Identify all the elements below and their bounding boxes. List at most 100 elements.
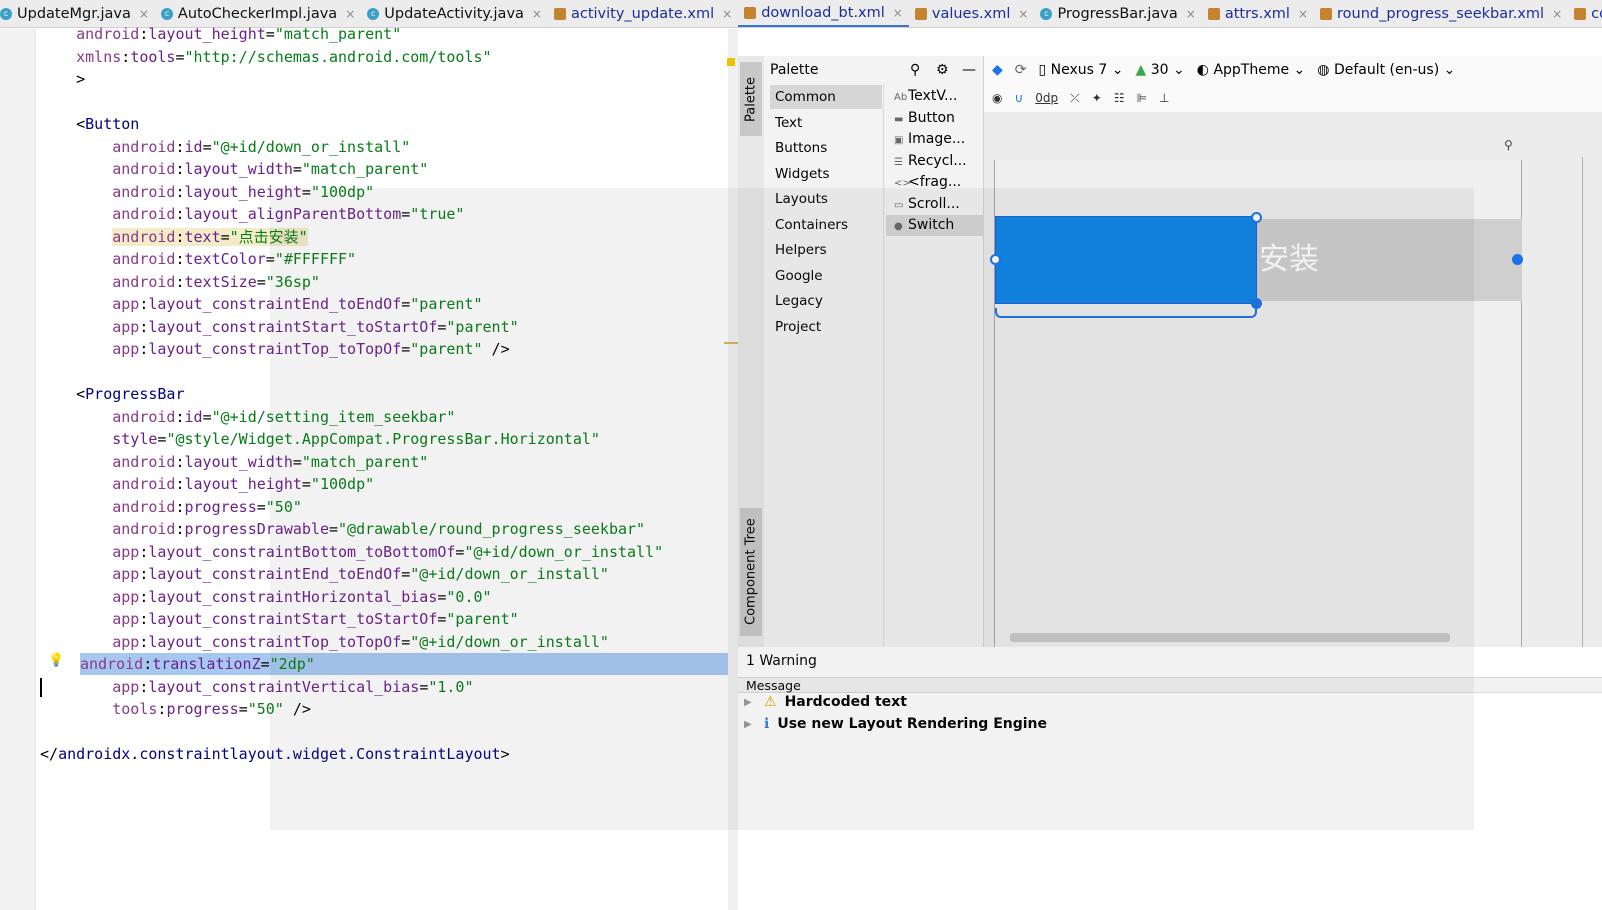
code-line[interactable]: android:translationZ="2dp" (80, 653, 728, 675)
tab-values-xml[interactable]: values.xml × (909, 0, 1035, 27)
code-line[interactable]: app:layout_constraintTop_toTopOf="@+id/d… (40, 631, 609, 653)
close-icon[interactable]: × (893, 6, 903, 20)
expand-arrow-icon[interactable]: ▶ (744, 697, 756, 708)
palette-item[interactable]: ▬ Button (886, 108, 984, 129)
editor-scrollbar[interactable] (728, 29, 738, 910)
close-icon[interactable]: × (532, 7, 542, 21)
close-icon[interactable]: × (1018, 7, 1028, 21)
tab-progressbar-java[interactable]: c ProgressBar.java × (1034, 0, 1201, 27)
eye-icon[interactable]: ◉ (992, 91, 1002, 105)
code-line[interactable]: android:id="@+id/down_or_install" (40, 136, 410, 158)
code-line[interactable]: android:layout_width="match_parent" (40, 451, 428, 473)
code-line[interactable]: app:layout_constraintHorizontal_bias="0.… (40, 586, 491, 608)
palette-side-tab[interactable]: Palette (740, 62, 762, 136)
palette-item[interactable]: AbTextV... (886, 86, 984, 107)
search-icon[interactable]: ⚲ (910, 56, 920, 84)
minimize-icon[interactable]: — (962, 56, 976, 84)
code-line[interactable]: app:layout_constraintEnd_toEndOf="@+id/d… (40, 563, 609, 585)
constraint-handle-top[interactable] (1251, 212, 1262, 223)
palette-item[interactable]: ● Switch (886, 215, 984, 236)
theme-selector[interactable]: ◐ AppTheme ⌄ (1197, 62, 1306, 78)
palette-item[interactable]: ▣ Image... (886, 129, 984, 150)
code-line[interactable]: </androidx.constraintlayout.widget.Const… (40, 743, 510, 765)
palette-item[interactable]: ▭ Scroll... (886, 194, 984, 215)
api-selector[interactable]: ▲ 30 ⌄ (1136, 62, 1185, 78)
code-line[interactable]: <ProgressBar (40, 383, 184, 405)
palette-category-containers[interactable]: Containers (770, 213, 882, 237)
code-line[interactable]: app:layout_constraintBottom_toBottomOf="… (40, 541, 663, 563)
code-line[interactable]: android:text="点击安装" (40, 226, 308, 248)
constraint-handle-right[interactable] (1512, 254, 1523, 265)
close-icon[interactable]: × (1298, 7, 1308, 21)
constraint-handle-bottom[interactable] (1251, 298, 1262, 309)
issue-item[interactable]: ▶ ⚠ Hardcoded text (744, 694, 907, 710)
code-line[interactable]: android:textSize="36sp" (40, 271, 320, 293)
palette-item[interactable]: <><frag... (886, 172, 984, 193)
infer-constraints-icon[interactable]: ✦ (1092, 91, 1102, 105)
close-icon[interactable]: × (722, 7, 732, 21)
tab-activity-update-xml[interactable]: activity_update.xml × (548, 0, 738, 27)
palette-category-project[interactable]: Project (770, 315, 882, 339)
guidelines-icon[interactable]: ⊥ (1159, 91, 1169, 105)
code-line[interactable]: <Button (40, 113, 139, 135)
warning-marker[interactable] (727, 58, 735, 66)
gear-icon[interactable]: ⚙ (936, 56, 949, 84)
code-line[interactable]: android:progress="50" (40, 496, 302, 518)
code-line[interactable]: android:layout_width="match_parent" (40, 158, 428, 180)
palette-category-legacy[interactable]: Legacy (770, 289, 882, 313)
palette-category-google[interactable]: Google (770, 264, 882, 288)
code-line[interactable]: app:layout_constraintTop_toTopOf="parent… (40, 338, 509, 360)
code-line[interactable]: android:textColor="#FFFFFF" (40, 248, 356, 270)
layers-icon[interactable]: ◆ (992, 62, 1003, 78)
code-line[interactable]: android:layout_height="100dp" (40, 181, 374, 203)
code-line[interactable]: android:progressDrawable="@drawable/roun… (40, 518, 645, 540)
tab-download-bt-xml[interactable]: download_bt.xml × (738, 0, 909, 27)
code-editor[interactable]: android:layout_height="match_parent" xml… (0, 25, 738, 910)
close-icon[interactable]: × (139, 7, 149, 21)
palette-category-common[interactable]: Common (770, 85, 882, 109)
constraint-handle-left[interactable] (990, 254, 1001, 265)
code-line[interactable]: app:layout_constraintStart_toStartOf="pa… (40, 316, 518, 338)
code-line[interactable]: android:layout_height="100dp" (40, 473, 374, 495)
code-line[interactable]: xmlns:tools="http://schemas.android.com/… (40, 46, 491, 68)
palette-category-layouts[interactable]: Layouts (770, 187, 882, 211)
align-icon[interactable]: ⊫ (1137, 91, 1147, 105)
close-icon[interactable]: × (345, 7, 355, 21)
palette-category-text[interactable]: Text (770, 111, 882, 135)
palette-item[interactable]: ☰ Recycl... (886, 151, 984, 172)
tab-colors-x[interactable]: colors.x (1568, 0, 1602, 27)
lightbulb-icon[interactable]: 💡 (48, 653, 64, 668)
orientation-icon[interactable]: ⟳ (1015, 62, 1027, 78)
locale-selector[interactable]: ◍ Default (en-us) ⌄ (1317, 62, 1455, 78)
default-margin-field[interactable]: 0dp (1035, 91, 1058, 105)
tab-attrs-xml[interactable]: attrs.xml × (1202, 0, 1314, 27)
issue-item[interactable]: ▶ ℹ Use new Layout Rendering Engine (744, 716, 1047, 732)
code-line[interactable]: app:layout_constraintEnd_toEndOf="parent… (40, 293, 482, 315)
error-stripe-marker[interactable] (724, 342, 738, 344)
progressbar-preview[interactable] (995, 216, 1257, 304)
tab-round-progress-seekbar-xml[interactable]: round_progress_seekbar.xml × (1314, 0, 1568, 27)
code-line[interactable]: android:layout_alignParentBottom="true" (40, 203, 464, 225)
pack-icon[interactable]: ☷ (1114, 91, 1125, 105)
close-icon[interactable]: × (1186, 7, 1196, 21)
code-line[interactable]: tools:progress="50" /> (40, 698, 311, 720)
device-selector[interactable]: ▯ Nexus 7 ⌄ (1039, 62, 1124, 78)
code-line[interactable]: android:layout_height="match_parent" (40, 23, 401, 45)
code-line[interactable]: > (40, 68, 85, 90)
magnet-icon[interactable]: ∪ (1014, 91, 1023, 105)
code-line[interactable]: style="@style/Widget.AppCompat.ProgressB… (40, 428, 600, 450)
code-line[interactable]: app:layout_constraintVertical_bias="1.0" (40, 676, 473, 698)
close-icon[interactable]: × (1552, 7, 1562, 21)
palette-category-buttons[interactable]: Buttons (770, 136, 882, 160)
palette-category-helpers[interactable]: Helpers (770, 238, 882, 262)
clear-constraints-icon[interactable]: ⤫ (1070, 91, 1080, 106)
canvas-scrollbar[interactable] (1010, 633, 1450, 642)
expand-arrow-icon[interactable]: ▶ (744, 719, 756, 730)
pin-icon[interactable]: ⚲ (1504, 138, 1513, 152)
code-line[interactable]: app:layout_constraintStart_toStartOf="pa… (40, 608, 518, 630)
component-tree-side-tab[interactable]: Component Tree (740, 508, 762, 636)
code-line[interactable]: android:id="@+id/setting_item_seekbar" (40, 406, 455, 428)
design-canvas[interactable]: ⚲ 安装 (984, 112, 1602, 647)
palette-category-widgets[interactable]: Widgets (770, 162, 882, 186)
button-preview[interactable]: 安装 (1257, 219, 1522, 301)
